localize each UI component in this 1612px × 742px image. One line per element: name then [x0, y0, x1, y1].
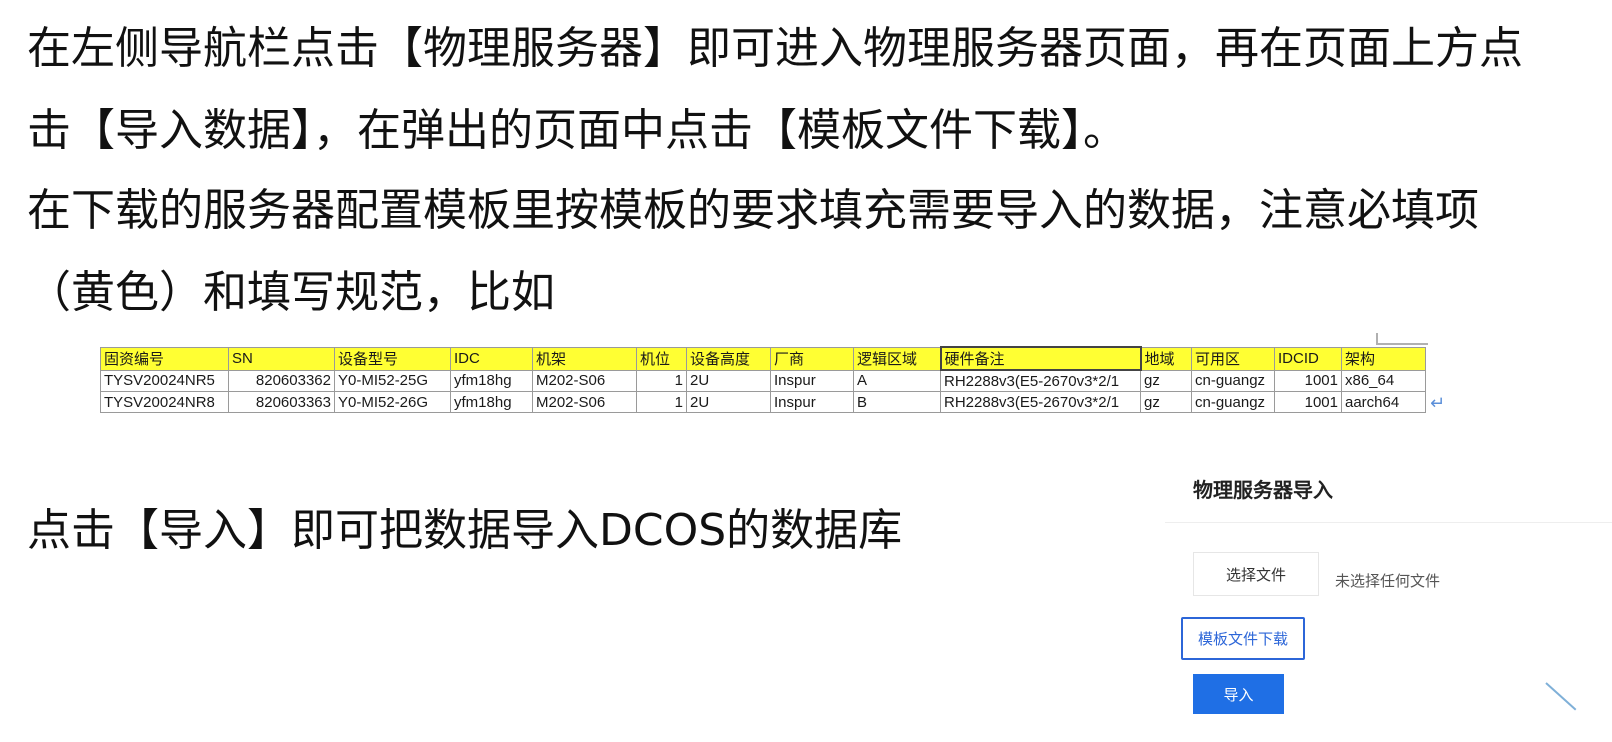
table-cell: 820603363 [228, 391, 335, 413]
import-button[interactable]: 导入 [1193, 674, 1284, 714]
header-cell: IDCID [1274, 346, 1342, 371]
table-cell: x86_64 [1341, 369, 1426, 392]
table-cell: M202-S06 [532, 391, 637, 413]
header-cell: IDC [450, 346, 533, 371]
table-cell: aarch64 [1341, 391, 1426, 413]
header-cell: 设备高度 [686, 346, 771, 371]
table-row: TYSV20024NR5 820603362 Y0-MI52-25G yfm18… [100, 369, 1426, 392]
sheet-corner-mark [1376, 333, 1428, 345]
instruction-line-2: 击【导入数据】，在弹出的页面中点击【模板文件下载】。 [27, 105, 1127, 156]
table-cell: M202-S06 [532, 369, 637, 392]
table-cell: 1 [636, 369, 687, 392]
header-cell: SN [228, 346, 335, 371]
table-cell: yfm18hg [450, 369, 533, 392]
table-cell: A [853, 369, 941, 392]
header-cell: 可用区 [1191, 346, 1275, 371]
template-download-button[interactable]: 模板文件下载 [1181, 617, 1305, 660]
header-cell: 架构 [1341, 346, 1426, 371]
header-cell: 逻辑区域 [853, 346, 941, 371]
instruction-line-3: 在下载的服务器配置模板里按模板的要求填充需要导入的数据，注意必填项 [27, 185, 1479, 236]
table-cell: 820603362 [228, 369, 335, 392]
dialog-title: 物理服务器导入 [1193, 478, 1333, 502]
table-cell: B [853, 391, 941, 413]
table-cell: 2U [686, 391, 771, 413]
server-template-sheet: 固资编号 SN 设备型号 IDC 机架 机位 设备高度 厂商 逻辑区域 硬件备注… [100, 346, 1426, 413]
file-status-text: 未选择任何文件 [1335, 572, 1441, 590]
table-cell: 1001 [1274, 391, 1342, 413]
table-cell: Y0-MI52-25G [334, 369, 451, 392]
instruction-line-1: 在左侧导航栏点击【物理服务器】即可进入物理服务器页面，再在页面上方点 [27, 23, 1523, 74]
header-cell: 厂商 [770, 346, 854, 371]
table-cell: cn-guangz [1191, 369, 1275, 392]
table-cell: Inspur [770, 391, 854, 413]
sheet-header-row: 固资编号 SN 设备型号 IDC 机架 机位 设备高度 厂商 逻辑区域 硬件备注… [100, 346, 1426, 371]
table-row: TYSV20024NR8 820603363 Y0-MI52-26G yfm18… [100, 391, 1426, 413]
table-cell: gz [1140, 369, 1192, 392]
table-cell: Y0-MI52-26G [334, 391, 451, 413]
table-cell: 1001 [1274, 369, 1342, 392]
choose-file-button[interactable]: 选择文件 [1193, 552, 1319, 596]
table-cell: RH2288v3(E5-2670v3*2/1 [940, 391, 1141, 413]
table-cell: TYSV20024NR5 [100, 369, 229, 392]
header-cell: 设备型号 [334, 346, 451, 371]
table-cell: RH2288v3(E5-2670v3*2/1 [940, 369, 1141, 392]
paragraph-return-icon: ↵ [1430, 393, 1446, 414]
table-cell: yfm18hg [450, 391, 533, 413]
instruction-line-5: 点击【导入】即可把数据导入DCOS的数据库 [27, 505, 903, 556]
header-cell: 固资编号 [100, 346, 229, 371]
physical-server-import-dialog: 物理服务器导入 选择文件 未选择任何文件 模板文件下载 导入 [1165, 460, 1612, 742]
table-cell: gz [1140, 391, 1192, 413]
instruction-line-4: （黄色）和填写规范，比如 [27, 267, 555, 318]
table-cell: cn-guangz [1191, 391, 1275, 413]
header-cell: 机位 [636, 346, 687, 371]
header-cell: 机架 [532, 346, 637, 371]
dialog-divider [1165, 522, 1612, 523]
header-cell: 地域 [1140, 346, 1192, 371]
table-cell: Inspur [770, 369, 854, 392]
table-cell: 2U [686, 369, 771, 392]
header-cell: 硬件备注 [939, 346, 1142, 371]
table-cell: TYSV20024NR8 [100, 391, 229, 413]
table-cell: 1 [636, 391, 687, 413]
